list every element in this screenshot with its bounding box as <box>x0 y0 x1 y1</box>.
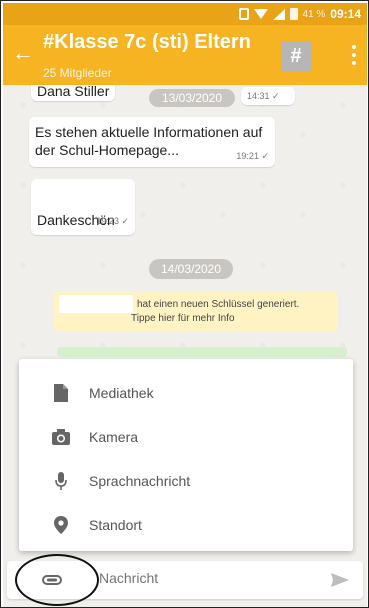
menu-item-sprachnachricht[interactable]: Sprachnachricht <box>19 459 353 503</box>
send-icon[interactable] <box>331 571 349 589</box>
menu-item-standort[interactable]: Standort <box>19 503 353 547</box>
menu-item-label: Mediathek <box>89 385 154 401</box>
security-notice[interactable]: hat einen neuen Schlüssel generiert. Tip… <box>53 291 337 331</box>
date-chip: 14/03/2020 <box>149 259 233 279</box>
message-time: 19:21 ✓ <box>236 151 269 161</box>
message-bubble[interactable]: Es stehen aktuelle Informationen auf der… <box>29 117 275 167</box>
clock: 09:14 <box>330 7 361 21</box>
group-title[interactable]: #Klasse 7c (sti) Eltern <box>43 31 251 54</box>
document-icon <box>51 383 71 403</box>
redacted-name <box>59 295 133 313</box>
group-avatar[interactable]: # <box>281 41 311 71</box>
menu-item-label: Sprachnachricht <box>89 473 191 489</box>
back-arrow-icon[interactable]: ← <box>11 41 35 65</box>
message-bubble[interactable]: Dana Stiller <box>31 85 115 101</box>
menu-item-kamera[interactable]: Kamera <box>19 415 353 459</box>
battery-level: 41 % <box>302 8 326 20</box>
message-time: 14:31 ✓ <box>247 91 280 101</box>
vibrate-icon <box>238 8 249 20</box>
message-time: 19:23 ✓ <box>96 216 129 226</box>
partially-hidden-message <box>57 347 347 357</box>
microphone-icon <box>51 471 71 491</box>
wifi-icon <box>253 9 268 19</box>
notice-line-1: hat einen neuen Schlüssel generiert. <box>137 299 300 310</box>
message-input[interactable] <box>99 570 279 586</box>
message-text: Dana Stiller <box>37 85 110 99</box>
attachment-menu: Mediathek Kamera Sprachnachricht Standor… <box>19 359 353 551</box>
camera-icon <box>51 427 71 447</box>
battery-icon <box>289 8 298 20</box>
signal-icon <box>272 8 285 20</box>
status-bar: 41 % 09:14 <box>3 3 367 25</box>
location-icon <box>51 515 71 535</box>
notice-line-2: Tippe hier für mehr Info <box>131 313 235 324</box>
date-chip: 13/03/2020 <box>149 89 235 107</box>
menu-item-label: Kamera <box>89 429 139 445</box>
message-bubble[interactable]: Dankeschön 19:23 ✓ <box>31 179 135 235</box>
app-screen: 41 % 09:14 ← #Klasse 7c (sti) Eltern 25 … <box>0 0 369 608</box>
highlight-circle <box>15 554 99 606</box>
status-icons: 41 % 09:14 <box>238 7 361 21</box>
message-meta: 14:31 ✓ <box>241 87 295 105</box>
menu-item-label: Standort <box>89 517 142 533</box>
member-count: 25 Mitglieder <box>43 66 112 80</box>
chat-header: ← #Klasse 7c (sti) Eltern 25 Mitglieder … <box>3 25 367 85</box>
overflow-menu-icon[interactable] <box>351 45 357 65</box>
redacted-sender <box>37 185 101 201</box>
menu-item-mediathek[interactable]: Mediathek <box>19 371 353 415</box>
